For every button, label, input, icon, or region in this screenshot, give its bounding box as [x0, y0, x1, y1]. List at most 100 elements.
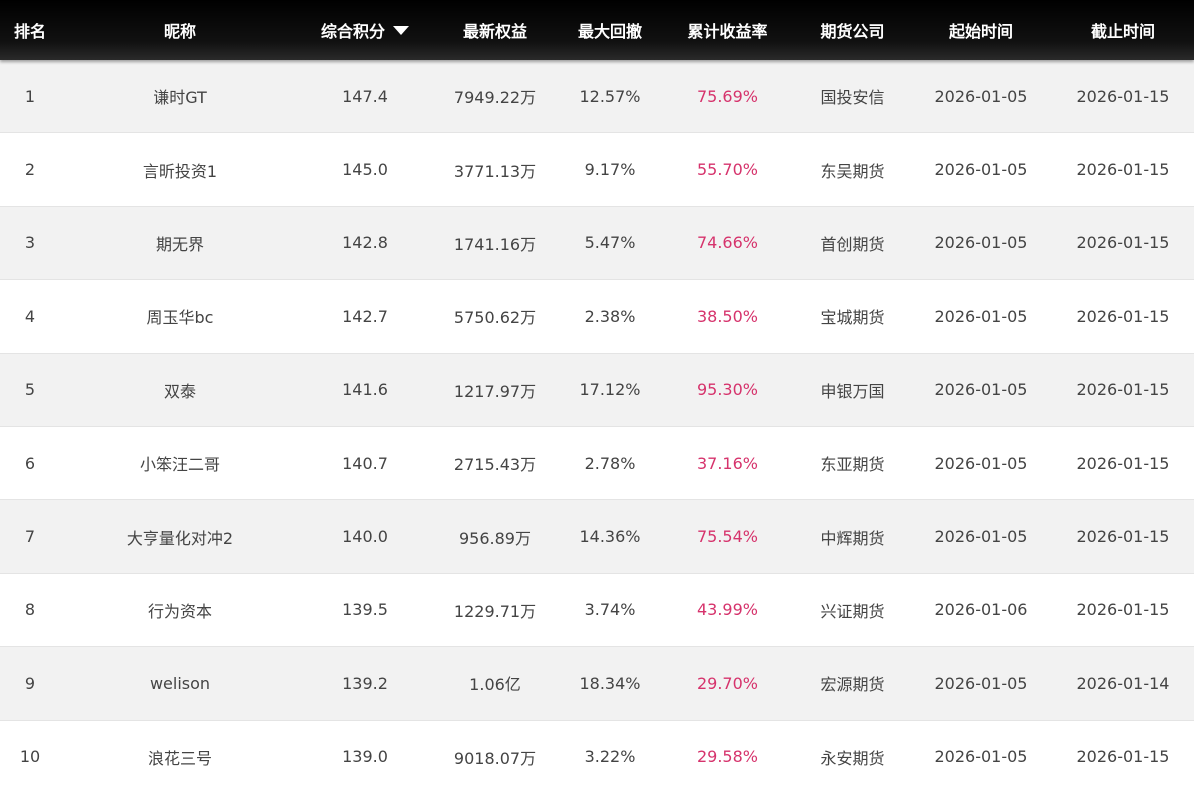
- equity-cell: 5750.62万: [453, 308, 537, 328]
- nickname-cell[interactable]: welison: [60, 674, 300, 693]
- header-drawdown[interactable]: 最大回撤: [560, 18, 660, 42]
- score-cell: 139.2: [342, 673, 388, 693]
- end-time-cell: 2026-01-15: [1076, 233, 1170, 253]
- equity-cell: 1741.16万: [453, 234, 537, 254]
- table-row[interactable]: 3 期无界 142.8 1741.16万 5.47% 74.66% 首创期货 2…: [0, 206, 1194, 281]
- company-cell: 东亚期货: [820, 455, 885, 475]
- nickname-cell[interactable]: 周玉华bc: [60, 304, 300, 328]
- header-score[interactable]: 综合积分: [300, 18, 430, 42]
- nickname-cell[interactable]: 谦时GT: [60, 84, 300, 108]
- header-equity[interactable]: 最新权益: [430, 18, 560, 42]
- header-nickname[interactable]: 昵称: [60, 18, 300, 42]
- score-cell: 139.5: [342, 600, 388, 620]
- rank-cell: 2: [24, 160, 36, 180]
- company-cell: 兴证期货: [820, 601, 885, 621]
- table-row[interactable]: 8 行为资本 139.5 1229.71万 3.74% 43.99% 兴证期货 …: [0, 573, 1194, 648]
- end-time-cell: 2026-01-15: [1076, 86, 1170, 106]
- return-rate-cell: 55.70%: [696, 160, 758, 180]
- drawdown-cell: 17.12%: [579, 380, 641, 400]
- drawdown-cell: 14.36%: [579, 527, 641, 547]
- score-cell: 139.0: [342, 747, 388, 767]
- company-cell: 国投安信: [820, 88, 885, 108]
- end-time-cell: 2026-01-15: [1076, 160, 1170, 180]
- rank-cell: 10: [19, 747, 41, 767]
- nickname-cell[interactable]: 浪花三号: [60, 745, 300, 769]
- table-row[interactable]: 2 言昕投资1 145.0 3771.13万 9.17% 55.70% 东吴期货…: [0, 133, 1194, 207]
- score-cell: 142.7: [342, 306, 388, 326]
- score-cell: 145.0: [342, 160, 388, 180]
- table-row[interactable]: 9 welison 139.2 1.06亿 18.34% 29.70% 宏源期货…: [0, 647, 1194, 721]
- end-time-cell: 2026-01-15: [1076, 380, 1170, 400]
- table-row[interactable]: 7 大亨量化对冲2 140.0 956.89万 14.36% 75.54% 中辉…: [0, 500, 1194, 574]
- start-time-cell: 2026-01-05: [934, 233, 1028, 253]
- drawdown-cell: 12.57%: [579, 86, 641, 106]
- ranking-table: 排名 昵称 综合积分 最新权益 最大回撤 累计收益率 期货公司 起始时间 截止时…: [0, 0, 1194, 791]
- rank-cell: 9: [24, 673, 36, 693]
- company-cell: 宏源期货: [820, 675, 885, 695]
- return-rate-cell: 38.50%: [696, 306, 758, 326]
- return-rate-cell: 37.16%: [696, 453, 758, 473]
- rank-cell: 7: [24, 527, 36, 547]
- equity-cell: 2715.43万: [453, 455, 537, 475]
- drawdown-cell: 3.22%: [584, 747, 636, 767]
- equity-cell: 1.06亿: [469, 675, 521, 695]
- table-header: 排名 昵称 综合积分 最新权益 最大回撤 累计收益率 期货公司 起始时间 截止时…: [0, 0, 1194, 60]
- start-time-cell: 2026-01-05: [934, 380, 1028, 400]
- nickname-cell[interactable]: 大亨量化对冲2: [60, 525, 300, 549]
- drawdown-cell: 5.47%: [584, 233, 636, 253]
- return-rate-cell: 75.54%: [696, 527, 758, 547]
- start-time-cell: 2026-01-06: [934, 600, 1028, 620]
- drawdown-cell: 18.34%: [579, 673, 641, 693]
- nickname-cell[interactable]: 期无界: [60, 231, 300, 255]
- table-row[interactable]: 10 浪花三号 139.0 9018.07万 3.22% 29.58% 永安期货…: [0, 720, 1194, 791]
- score-cell: 140.0: [342, 527, 388, 547]
- table-row[interactable]: 1 谦时GT 147.4 7949.22万 12.57% 75.69% 国投安信…: [0, 60, 1194, 134]
- end-time-cell: 2026-01-15: [1076, 527, 1170, 547]
- score-cell: 141.6: [342, 380, 388, 400]
- start-time-cell: 2026-01-05: [934, 673, 1028, 693]
- return-rate-cell: 74.66%: [696, 233, 758, 253]
- return-rate-cell: 43.99%: [696, 600, 758, 620]
- equity-cell: 1217.97万: [453, 381, 537, 401]
- table-row[interactable]: 6 小笨汪二哥 140.7 2715.43万 2.78% 37.16% 东亚期货…: [0, 426, 1194, 501]
- end-time-cell: 2026-01-15: [1076, 600, 1170, 620]
- table-row[interactable]: 4 周玉华bc 142.7 5750.62万 2.38% 38.50% 宝城期货…: [0, 280, 1194, 354]
- sort-down-icon[interactable]: [393, 25, 409, 35]
- score-cell: 140.7: [342, 453, 388, 473]
- nickname-cell[interactable]: 言昕投资1: [60, 158, 300, 182]
- nickname-cell[interactable]: 双泰: [60, 378, 300, 402]
- header-start-time[interactable]: 起始时间: [910, 18, 1052, 42]
- company-cell: 永安期货: [820, 748, 885, 768]
- equity-cell: 7949.22万: [453, 88, 537, 108]
- header-end-time[interactable]: 截止时间: [1052, 18, 1194, 42]
- nickname-cell[interactable]: 行为资本: [60, 598, 300, 622]
- rank-cell: 5: [24, 380, 36, 400]
- return-rate-cell: 29.70%: [696, 673, 758, 693]
- end-time-cell: 2026-01-15: [1076, 747, 1170, 767]
- end-time-cell: 2026-01-15: [1076, 453, 1170, 473]
- header-score-label[interactable]: 综合积分: [321, 18, 385, 42]
- rank-cell: 6: [24, 453, 36, 473]
- header-return-rate[interactable]: 累计收益率: [660, 18, 795, 42]
- nickname-cell[interactable]: 小笨汪二哥: [60, 451, 300, 475]
- drawdown-cell: 2.78%: [584, 453, 636, 473]
- drawdown-cell: 3.74%: [584, 600, 636, 620]
- score-cell: 147.4: [342, 86, 388, 106]
- return-rate-cell: 95.30%: [696, 380, 758, 400]
- start-time-cell: 2026-01-05: [934, 306, 1028, 326]
- header-company[interactable]: 期货公司: [795, 18, 910, 42]
- header-rank[interactable]: 排名: [0, 18, 60, 42]
- return-rate-cell: 29.58%: [696, 747, 758, 767]
- company-cell: 申银万国: [820, 381, 885, 401]
- equity-cell: 1229.71万: [453, 601, 537, 621]
- rank-cell: 1: [24, 86, 36, 106]
- table-row[interactable]: 5 双泰 141.6 1217.97万 17.12% 95.30% 申银万国 2…: [0, 353, 1194, 427]
- equity-cell: 956.89万: [459, 528, 531, 548]
- company-cell: 宝城期货: [820, 308, 885, 328]
- equity-cell: 9018.07万: [453, 748, 537, 768]
- rank-cell: 8: [24, 600, 36, 620]
- drawdown-cell: 9.17%: [584, 160, 636, 180]
- start-time-cell: 2026-01-05: [934, 527, 1028, 547]
- company-cell: 首创期货: [820, 234, 885, 254]
- rank-cell: 4: [24, 306, 36, 326]
